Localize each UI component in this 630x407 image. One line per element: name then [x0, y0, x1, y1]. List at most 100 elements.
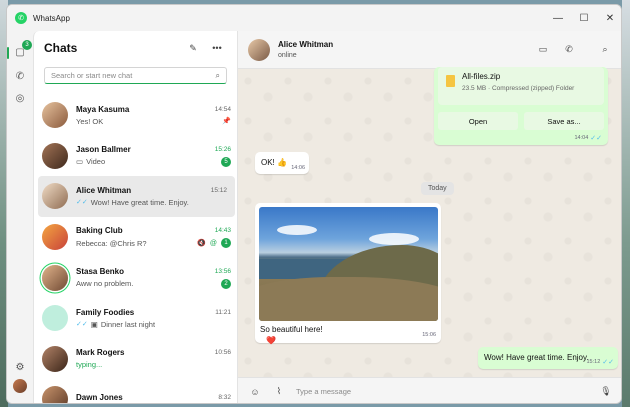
avatar [42, 345, 68, 372]
unread-badge: 1 [221, 238, 231, 249]
avatar [42, 183, 68, 210]
window-controls: — ☐ ✕ [545, 5, 621, 31]
new-chat-icon: ✎ [189, 42, 197, 53]
attach-button[interactable]: ⌇ [272, 385, 286, 399]
chat-preview: typing... [76, 360, 103, 370]
file-meta: 23.5 MB · Compressed (zipped) Folder [462, 85, 575, 92]
chat-time: 14:43 [214, 227, 231, 235]
chat-name: Jason Ballmer [76, 144, 131, 154]
photo-ground [259, 277, 438, 321]
maximize-button[interactable]: ☐ [571, 5, 597, 31]
message-meta: 15:12 ✓✓ [587, 358, 615, 366]
chat-item-dawn-jones[interactable]: Dawn Jones 8:32 [34, 379, 237, 403]
search-icon: ⌕ [602, 44, 608, 54]
landscape-photo[interactable] [259, 207, 438, 321]
phone-icon: ✆ [15, 70, 25, 82]
rail-status-button[interactable]: ◎ [10, 88, 30, 108]
chat-preview: Yes! OK [76, 116, 104, 126]
chat-time: 15:12 [210, 186, 227, 194]
gear-icon: ⚙ [15, 361, 25, 373]
chat-item-maya-kasuma[interactable]: Maya Kasuma 14:54 Yes! OK 📌 [34, 95, 237, 136]
rail-chats-button[interactable]: ▢ 3 [10, 40, 32, 62]
avatar [42, 224, 68, 251]
chat-list-panel: Chats ✎ ••• ⌕ Maya Kasuma 14:54 Yes! OK … [33, 31, 238, 403]
whatsapp-logo-icon: ✆ [15, 12, 27, 24]
message-time: 15:06 [422, 332, 436, 338]
chat-item-stasa-benko[interactable]: Stasa Benko 13:56 Aww no problem. 2 [34, 257, 237, 298]
video-call-icon: ▭ [538, 44, 548, 54]
contact-status: online [278, 52, 297, 59]
chat-name: Family Foodies [76, 307, 135, 317]
mention-icon: @ [209, 239, 217, 247]
paperclip-icon: ⌇ [276, 386, 282, 396]
rail-settings-button[interactable]: ⚙ [10, 357, 30, 377]
chat-item-mark-rogers[interactable]: Mark Rogers 10:56 typing... [34, 339, 237, 380]
chat-time: 8:32 [218, 394, 231, 402]
more-options-button[interactable]: ••• [207, 38, 227, 58]
muted-icon: 🔇 [197, 240, 206, 248]
rail-calls-button[interactable]: ✆ [10, 66, 30, 86]
open-file-button[interactable]: Open [438, 112, 518, 130]
unread-badge: 5 [221, 156, 231, 167]
zip-file-icon [446, 75, 455, 87]
avatar [42, 264, 68, 291]
chat-time: 15:26 [214, 145, 231, 153]
chat-item-baking-club[interactable]: Baking Club 14:43 Rebecca: @Chris R? 🔇 @… [34, 217, 237, 258]
minimize-button[interactable]: — [545, 5, 571, 31]
avatar [42, 305, 68, 332]
chat-preview-text: Wow! Have great time. Enjoy. [90, 197, 189, 207]
chat-item-jason-ballmer[interactable]: Jason Ballmer 15:26 ▭ Video 5 [34, 136, 237, 177]
file-message: All-files.zip 23.5 MB · Compressed (zipp… [434, 67, 608, 145]
search-chat-button[interactable]: ⌕ [597, 42, 613, 58]
message-text: Wow! Have great time. Enjoy. [484, 353, 589, 362]
chat-item-family-foodies[interactable]: Family Foodies 11:21 ✓✓ ▣ Dinner last nigh… [34, 298, 237, 339]
message-time: 15:12 [586, 359, 601, 365]
search-input[interactable] [51, 71, 216, 80]
avatar [42, 386, 68, 403]
status-icon: ◎ [15, 92, 25, 104]
save-as-button[interactable]: Save as... [524, 112, 604, 130]
outgoing-message: Wow! Have great time. Enjoy. 15:12 ✓✓ [478, 347, 618, 369]
chat-time: 13:56 [214, 267, 231, 275]
chat-list-header: Chats ✎ ••• [34, 31, 237, 65]
chat-item-alice-whitman[interactable]: Alice Whitman 15:12 ✓✓ Wow! Have great ti… [38, 176, 235, 217]
emoji-button[interactable]: ☺ [248, 385, 262, 399]
phone-icon: ✆ [565, 44, 573, 54]
voice-call-button[interactable]: ✆ [561, 42, 577, 58]
more-icon: ••• [212, 43, 222, 53]
nav-rail: ▢ 3 ✆ ◎ ⚙ [7, 31, 33, 403]
chat-preview: Rebecca: @Chris R? [76, 238, 147, 248]
new-chat-button[interactable]: ✎ [183, 38, 203, 58]
video-icon: ▭ [76, 157, 84, 167]
file-name: All-files.zip [462, 72, 501, 81]
incoming-message: OK! 👍 14:06 [255, 152, 309, 174]
photo-icon: ▣ [90, 319, 98, 329]
avatar [42, 142, 68, 169]
contact-avatar[interactable] [248, 38, 270, 61]
chat-name: Mark Rogers [76, 348, 125, 358]
photo-caption: So beautiful here! [260, 325, 323, 334]
photo-message: So beautiful here! 15:06 [255, 203, 441, 343]
chat-name: Maya Kasuma [76, 104, 130, 114]
date-separator: Today [421, 182, 454, 195]
chat-name: Dawn Jones [76, 393, 123, 403]
heart-reaction[interactable]: ❤️ [266, 336, 276, 345]
video-call-button[interactable]: ▭ [535, 42, 551, 58]
desktop-background-right [622, 0, 630, 407]
contact-name[interactable]: Alice Whitman [278, 40, 535, 49]
message-time: 14:04 [574, 135, 589, 141]
title-bar: ✆ WhatsApp — ☐ ✕ [7, 5, 621, 31]
chat-name: Stasa Benko [76, 266, 125, 276]
message-composer: ☺ ⌇ 🎙 [238, 377, 621, 403]
chat-list: Maya Kasuma 14:54 Yes! OK 📌 Jason Ballme… [34, 95, 237, 403]
chat-time: 10:56 [214, 349, 231, 357]
close-button[interactable]: ✕ [597, 5, 621, 31]
voice-message-button[interactable]: 🎙 [599, 385, 613, 399]
message-text: OK! 👍 [261, 158, 287, 167]
message-input[interactable] [296, 387, 599, 396]
profile-avatar[interactable] [13, 379, 27, 393]
emoji-icon: ☺ [250, 386, 260, 397]
file-card[interactable]: All-files.zip 23.5 MB · Compressed (zipp… [438, 67, 604, 105]
photo-cloud [369, 233, 419, 245]
pin-icon: 📌 [222, 118, 231, 126]
